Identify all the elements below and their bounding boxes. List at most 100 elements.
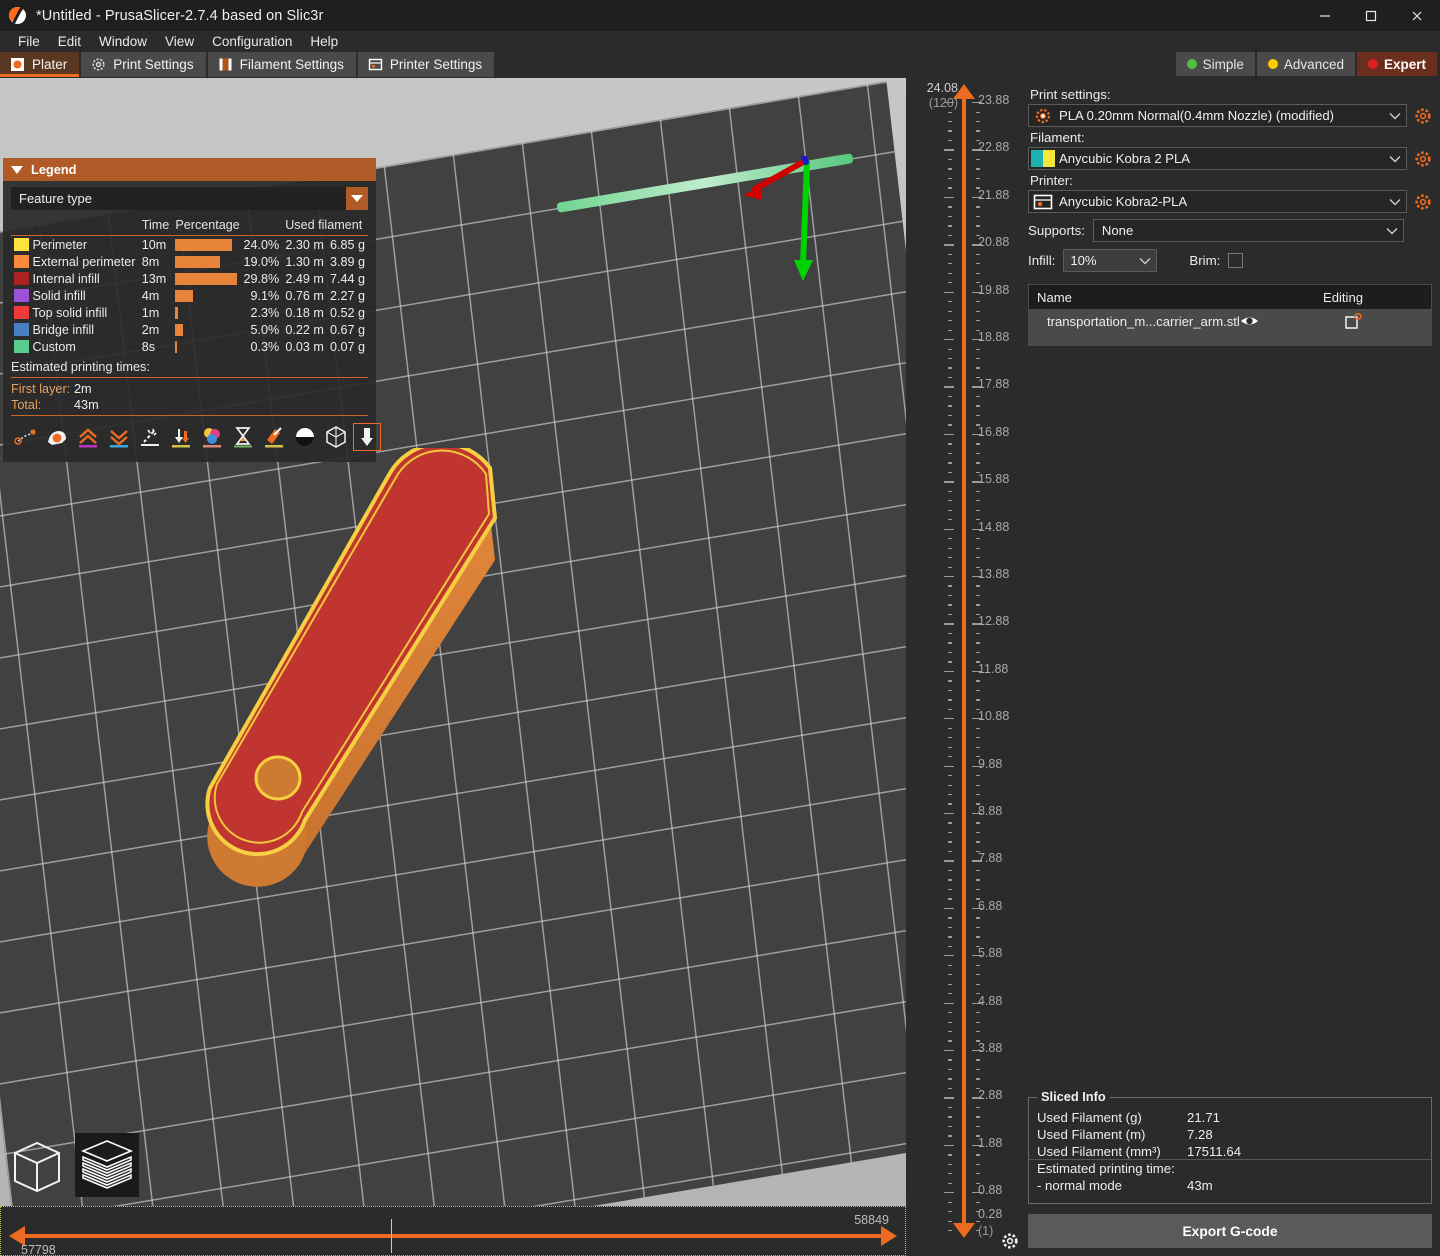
vslider-minor-tick [948, 728, 952, 729]
legend-panel: Legend Feature type Time Percentage Used… [3, 158, 376, 462]
legend-row[interactable]: Perimeter 10m 24.0% 2.30 m 6.85 g [11, 236, 368, 254]
chevron-down-icon[interactable] [1134, 257, 1156, 265]
vslider-minor-tick [948, 652, 952, 653]
export-gcode-button[interactable]: Export G-code [1028, 1214, 1432, 1248]
sliced-info-row: Used Filament (m) 7.28 [1037, 1127, 1423, 1142]
vslider-major-tick [944, 860, 954, 861]
legend-row[interactable]: Top solid infill 1m 2.3% 0.18 m 0.52 g [11, 304, 368, 321]
vslider-minor-tick [948, 557, 952, 558]
shells-icon[interactable] [292, 424, 318, 450]
legend-row[interactable]: Solid infill 4m 9.1% 0.76 m 2.27 g [11, 287, 368, 304]
legend-view-type-chevron-down-icon[interactable] [346, 187, 368, 210]
printer-select[interactable]: Anycubic Kobra2-PLA [1028, 190, 1407, 213]
tool-marker-icon[interactable] [354, 424, 380, 450]
legend-row[interactable]: Internal infill 13m 29.8% 2.49 m 7.44 g [11, 270, 368, 287]
supports-select[interactable]: None [1093, 219, 1404, 242]
eye-visible-icon[interactable] [1240, 314, 1277, 328]
retraction-marker-icon[interactable] [168, 424, 194, 450]
seams-down-icon[interactable] [106, 424, 132, 450]
mode-simple-label: Simple [1203, 57, 1244, 72]
chevron-down-icon[interactable] [1384, 112, 1406, 120]
vslider-minor-tick [948, 140, 952, 141]
vslider-minor-tick [948, 993, 952, 994]
vslider-major-tick [944, 149, 954, 150]
sliced-model[interactable] [190, 448, 710, 948]
layer-settings-gear-icon[interactable] [1001, 1232, 1019, 1255]
vslider-minor-tick [948, 1173, 952, 1174]
printer-gear-icon[interactable] [1414, 193, 1432, 211]
chevron-down-icon[interactable] [1384, 198, 1406, 206]
maximize-icon[interactable] [1348, 0, 1394, 31]
travel-paths-icon[interactable] [13, 424, 39, 450]
vslider-track[interactable] [962, 96, 966, 1228]
mode-expert[interactable]: Expert [1357, 52, 1437, 76]
filament-gear-icon[interactable] [1414, 150, 1432, 168]
wipe-icon[interactable] [137, 424, 163, 450]
brim-checkbox[interactable] [1228, 253, 1243, 268]
menu-window[interactable]: Window [90, 31, 156, 52]
mode-advanced[interactable]: Advanced [1257, 52, 1355, 76]
table-row[interactable]: transportation_m...carrier_arm.stl [1029, 309, 1431, 333]
vslider-minor-tick [948, 301, 952, 302]
vslider-minor-tick [948, 567, 952, 568]
move-end-handle[interactable] [881, 1226, 897, 1246]
vslider-minor-tick [976, 538, 980, 539]
minimize-icon[interactable] [1302, 0, 1348, 31]
tab-print-settings[interactable]: Print Settings [81, 52, 205, 77]
tab-print-settings-label: Print Settings [113, 57, 193, 72]
legend-row[interactable]: Custom 8s 0.3% 0.03 m 0.07 g [11, 338, 368, 355]
filament-select[interactable]: Anycubic Kobra 2 PLA [1028, 147, 1407, 170]
vslider-tick-label: 15.88 [978, 472, 1009, 486]
seams-up-icon[interactable] [75, 424, 101, 450]
custom-gcode-icon[interactable] [261, 424, 287, 450]
print-settings-gear-icon[interactable] [1414, 107, 1432, 125]
menu-edit[interactable]: Edit [49, 31, 90, 52]
legend-weight: 0.52 g [327, 304, 368, 321]
infill-select[interactable]: 10% [1063, 249, 1157, 272]
close-icon[interactable] [1394, 0, 1440, 31]
preview-layers-view-icon[interactable] [75, 1133, 139, 1197]
legend-header[interactable]: Legend [3, 158, 376, 181]
horizontal-moves-slider[interactable]: 57798 58849 [0, 1206, 906, 1256]
menu-configuration[interactable]: Configuration [203, 31, 301, 52]
chevron-down-icon[interactable] [1384, 155, 1406, 163]
print-settings-select[interactable]: PLA 0.20mm Normal(0.4mm Nozzle) (modifie… [1028, 104, 1407, 127]
vslider-minor-tick [948, 585, 952, 586]
menu-help[interactable]: Help [301, 31, 347, 52]
tab-filament-settings[interactable]: Filament Settings [208, 52, 356, 77]
object-settings-icon[interactable] [1277, 313, 1431, 330]
legend-view-type-select[interactable]: Feature type [11, 187, 368, 210]
3d-editor-view-icon[interactable] [5, 1133, 69, 1197]
vslider-minor-tick [976, 1173, 980, 1174]
color-change-icon[interactable] [199, 424, 225, 450]
legend-table: Time Percentage Used filament Perimeter … [11, 217, 368, 355]
legend-row[interactable]: Bridge infill 2m 5.0% 0.22 m 0.67 g [11, 321, 368, 338]
tab-printer-settings[interactable]: Printer Settings [358, 52, 494, 77]
menu-view[interactable]: View [156, 31, 203, 52]
legend-row[interactable]: External perimeter 8m 19.0% 1.30 m 3.89 … [11, 253, 368, 270]
window-controls [1302, 0, 1440, 31]
vslider-minor-tick [976, 1059, 980, 1060]
vslider-minor-tick [976, 320, 980, 321]
vslider-minor-tick [948, 538, 952, 539]
retractions-icon[interactable] [44, 424, 70, 450]
3d-viewport[interactable]: Legend Feature type Time Percentage Used… [0, 78, 906, 1256]
vslider-minor-tick [976, 396, 980, 397]
vslider-minor-tick [948, 946, 952, 947]
chevron-down-icon[interactable] [1381, 227, 1403, 235]
tab-plater[interactable]: Plater [0, 52, 79, 77]
legend-weight: 7.44 g [327, 270, 368, 287]
sliced-info-panel: Sliced Info Used Filament (g) 21.71 Used… [1028, 1097, 1432, 1204]
vslider-tick-label: 16.88 [978, 425, 1009, 439]
legend-toggle-icon[interactable] [323, 424, 349, 450]
vertical-layer-slider[interactable]: 24.08 (120) (1) 23.8822.8821.8820.8819.8… [906, 78, 1020, 1256]
vslider-minor-tick [948, 462, 952, 463]
hslider-track[interactable] [21, 1234, 887, 1238]
vslider-minor-tick [948, 1012, 952, 1013]
vslider-minor-tick [976, 159, 980, 160]
mode-simple[interactable]: Simple [1176, 52, 1255, 76]
pause-print-icon[interactable] [230, 424, 256, 450]
filament-value: Anycubic Kobra 2 PLA [1057, 151, 1384, 166]
menu-file[interactable]: File [9, 31, 49, 52]
vslider-lower-handle[interactable] [953, 1223, 975, 1238]
